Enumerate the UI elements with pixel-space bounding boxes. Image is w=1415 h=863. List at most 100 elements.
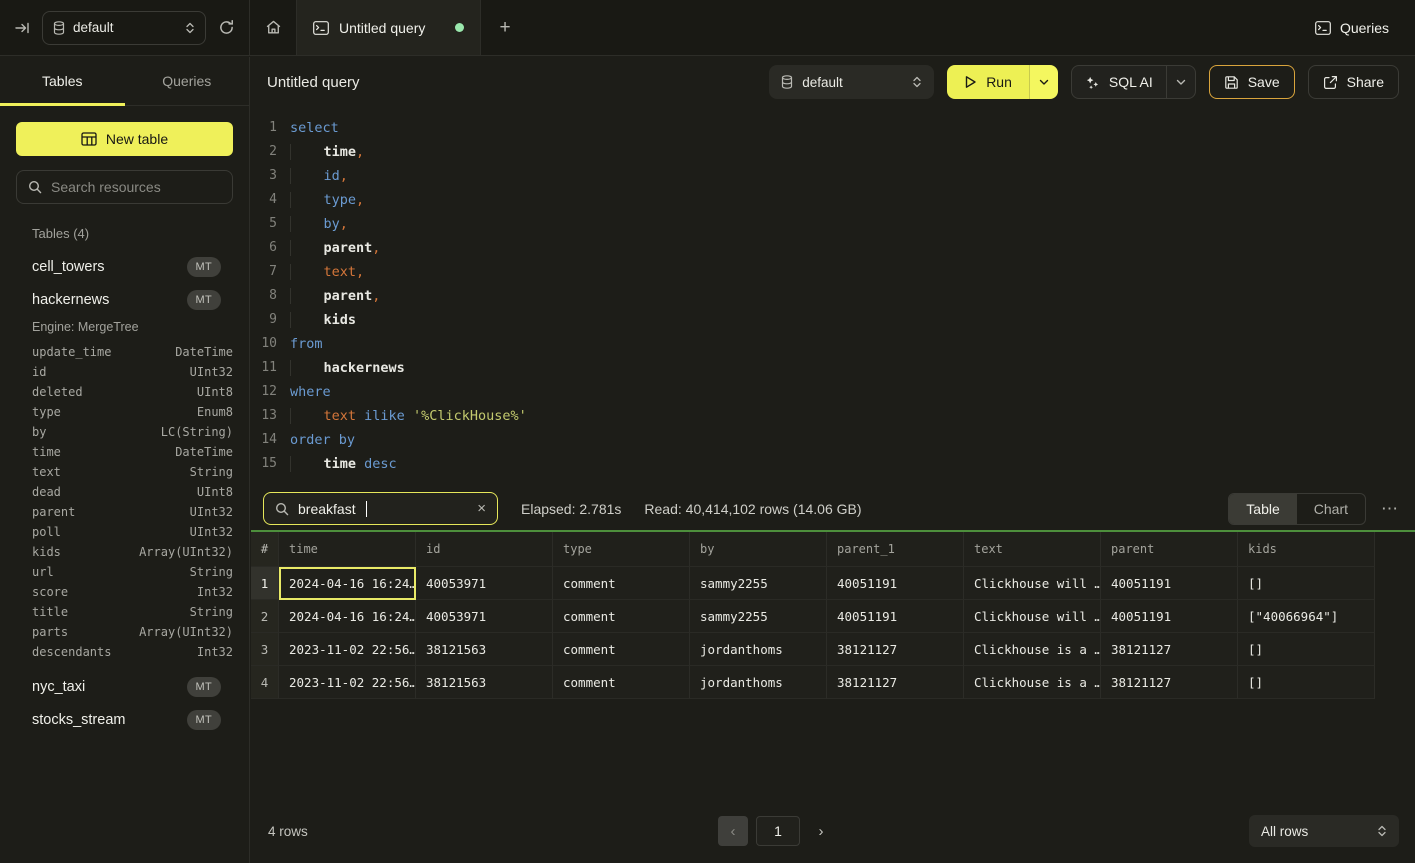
sql-editor[interactable]: 1select2 time,3 id,4 type,5 by,6 parent,… bbox=[251, 107, 1415, 487]
line-number: 3 bbox=[251, 164, 277, 188]
column-definition[interactable]: byLC(String) bbox=[32, 422, 233, 442]
table-cell[interactable]: 40053971 bbox=[416, 600, 553, 633]
table-cell[interactable]: 40051191 bbox=[827, 567, 964, 600]
table-cell[interactable]: 2023-11-02 22:56… bbox=[279, 666, 416, 699]
page-size-selector[interactable]: All rows bbox=[1249, 815, 1399, 847]
column-definition[interactable]: scoreInt32 bbox=[32, 582, 233, 602]
table-cell[interactable]: 2024-04-16 16:24… bbox=[279, 600, 416, 633]
results-table: #timeidtypebyparent_1textparentkids12024… bbox=[251, 532, 1376, 699]
column-definition[interactable]: typeEnum8 bbox=[32, 402, 233, 422]
column-header-parent[interactable]: parent bbox=[1101, 532, 1238, 567]
resource-search-input[interactable]: Search resources bbox=[16, 170, 233, 204]
column-header-by[interactable]: by bbox=[690, 532, 827, 567]
row-number-cell[interactable]: 3 bbox=[251, 633, 279, 666]
column-definition[interactable]: parentUInt32 bbox=[32, 502, 233, 522]
share-button[interactable]: Share bbox=[1308, 65, 1399, 99]
row-number-cell[interactable]: 4 bbox=[251, 666, 279, 699]
row-number-header[interactable]: # bbox=[251, 532, 279, 567]
run-options-button[interactable] bbox=[1029, 65, 1058, 99]
results-search-input[interactable]: breakfast × bbox=[263, 492, 498, 525]
database-selector[interactable]: default bbox=[42, 11, 206, 45]
refresh-icon[interactable] bbox=[218, 19, 235, 36]
table-cell[interactable]: 40051191 bbox=[1101, 567, 1238, 600]
column-definition[interactable]: pollUInt32 bbox=[32, 522, 233, 542]
table-cell[interactable]: 38121563 bbox=[416, 666, 553, 699]
table-cell[interactable]: [] bbox=[1238, 666, 1375, 699]
view-toggle-chart[interactable]: Chart bbox=[1297, 494, 1365, 524]
table-cell[interactable]: 38121127 bbox=[827, 666, 964, 699]
engine-badge: MT bbox=[187, 677, 221, 697]
column-header-text[interactable]: text bbox=[964, 532, 1101, 567]
column-definition[interactable]: deletedUInt8 bbox=[32, 382, 233, 402]
clear-search-icon[interactable]: × bbox=[477, 500, 486, 517]
column-header-type[interactable]: type bbox=[553, 532, 690, 567]
column-definition[interactable]: deadUInt8 bbox=[32, 482, 233, 502]
next-page-button[interactable]: › bbox=[808, 816, 834, 846]
column-definition[interactable]: kidsArray(UInt32) bbox=[32, 542, 233, 562]
column-definition[interactable]: descendantsInt32 bbox=[32, 642, 233, 662]
table-cell[interactable]: [] bbox=[1238, 567, 1375, 600]
table-cell[interactable]: 38121127 bbox=[1101, 666, 1238, 699]
table-cell[interactable]: 2023-11-02 22:56… bbox=[279, 633, 416, 666]
table-cell[interactable]: comment bbox=[553, 600, 690, 633]
row-number-cell[interactable]: 2 bbox=[251, 600, 279, 633]
table-cell[interactable]: [] bbox=[1238, 633, 1375, 666]
table-cell[interactable]: Clickhouse is a … bbox=[964, 666, 1101, 699]
run-button[interactable]: Run bbox=[947, 65, 1029, 99]
more-options-icon[interactable]: ⋯ bbox=[1377, 499, 1403, 519]
table-cell[interactable]: sammy2255 bbox=[690, 600, 827, 633]
table-item-stocks-stream[interactable]: stocks_stream MT bbox=[0, 703, 249, 736]
table-cell[interactable]: 38121127 bbox=[827, 633, 964, 666]
column-header-parent_1[interactable]: parent_1 bbox=[827, 532, 964, 567]
home-tab[interactable] bbox=[250, 0, 297, 55]
table-cell[interactable]: jordanthoms bbox=[690, 666, 827, 699]
previous-page-button[interactable]: ‹ bbox=[718, 816, 748, 846]
column-definition[interactable]: timeDateTime bbox=[32, 442, 233, 462]
table-cell[interactable]: Clickhouse will … bbox=[964, 567, 1101, 600]
column-definition[interactable]: urlString bbox=[32, 562, 233, 582]
table-item-hackernews[interactable]: hackernews MT bbox=[0, 283, 249, 316]
table-cell[interactable]: comment bbox=[553, 633, 690, 666]
database-selector[interactable]: default bbox=[769, 65, 934, 99]
table-cell[interactable]: jordanthoms bbox=[690, 633, 827, 666]
column-definition[interactable]: titleString bbox=[32, 602, 233, 622]
column-definition[interactable]: textString bbox=[32, 462, 233, 482]
terminal-icon bbox=[1315, 21, 1331, 35]
column-definition[interactable]: idUInt32 bbox=[32, 362, 233, 382]
table-cell[interactable]: 2024-04-16 16:24… bbox=[279, 567, 416, 600]
row-number-cell[interactable]: 1 bbox=[251, 567, 279, 600]
table-item-cell-towers[interactable]: cell_towers MT bbox=[0, 250, 249, 283]
column-header-kids[interactable]: kids bbox=[1238, 532, 1375, 567]
new-tab-button[interactable]: + bbox=[481, 0, 529, 55]
sql-ai-button[interactable]: SQL AI bbox=[1072, 66, 1166, 98]
column-definition[interactable]: update_timeDateTime bbox=[32, 342, 233, 362]
table-cell[interactable]: Clickhouse will … bbox=[964, 600, 1101, 633]
table-item-nyc-taxi[interactable]: nyc_taxi MT bbox=[0, 670, 249, 703]
save-button[interactable]: Save bbox=[1209, 65, 1295, 99]
code-text: text ilike '%ClickHouse%' bbox=[277, 404, 527, 428]
table-cell[interactable]: comment bbox=[553, 666, 690, 699]
table-cell[interactable]: comment bbox=[553, 567, 690, 600]
table-cell[interactable]: sammy2255 bbox=[690, 567, 827, 600]
sidebar-tab-queries[interactable]: Queries bbox=[125, 57, 250, 105]
sidebar-tab-tables[interactable]: Tables bbox=[0, 57, 125, 105]
tab-untitled-query[interactable]: Untitled query bbox=[297, 0, 481, 55]
table-cell[interactable]: 40053971 bbox=[416, 567, 553, 600]
table-header-row: #timeidtypebyparent_1textparentkids bbox=[251, 532, 1376, 567]
view-toggle-table[interactable]: Table bbox=[1229, 494, 1296, 524]
table-cell[interactable]: Clickhouse is a … bbox=[964, 633, 1101, 666]
table-cell[interactable]: 38121127 bbox=[1101, 633, 1238, 666]
collapse-sidebar-icon[interactable] bbox=[14, 20, 30, 36]
column-header-time[interactable]: time bbox=[279, 532, 416, 567]
table-cell[interactable]: 40051191 bbox=[1101, 600, 1238, 633]
queries-button[interactable]: Queries bbox=[1315, 20, 1389, 36]
column-definition[interactable]: partsArray(UInt32) bbox=[32, 622, 233, 642]
sql-ai-options-button[interactable] bbox=[1166, 66, 1195, 98]
table-cell[interactable]: 40051191 bbox=[827, 600, 964, 633]
new-table-button[interactable]: New table bbox=[16, 122, 233, 156]
chevron-down-icon bbox=[1176, 79, 1186, 86]
table-cell[interactable]: 38121563 bbox=[416, 633, 553, 666]
column-header-id[interactable]: id bbox=[416, 532, 553, 567]
table-cell[interactable]: ["40066964"] bbox=[1238, 600, 1375, 633]
current-page-button[interactable]: 1 bbox=[756, 816, 800, 846]
